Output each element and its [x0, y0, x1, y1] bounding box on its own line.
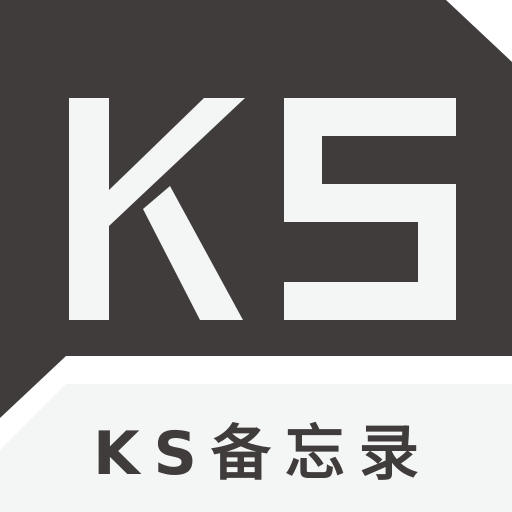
letter-s	[284, 98, 456, 320]
app-icon: KS备忘录	[0, 0, 512, 512]
app-name: KS备忘录	[93, 418, 433, 489]
